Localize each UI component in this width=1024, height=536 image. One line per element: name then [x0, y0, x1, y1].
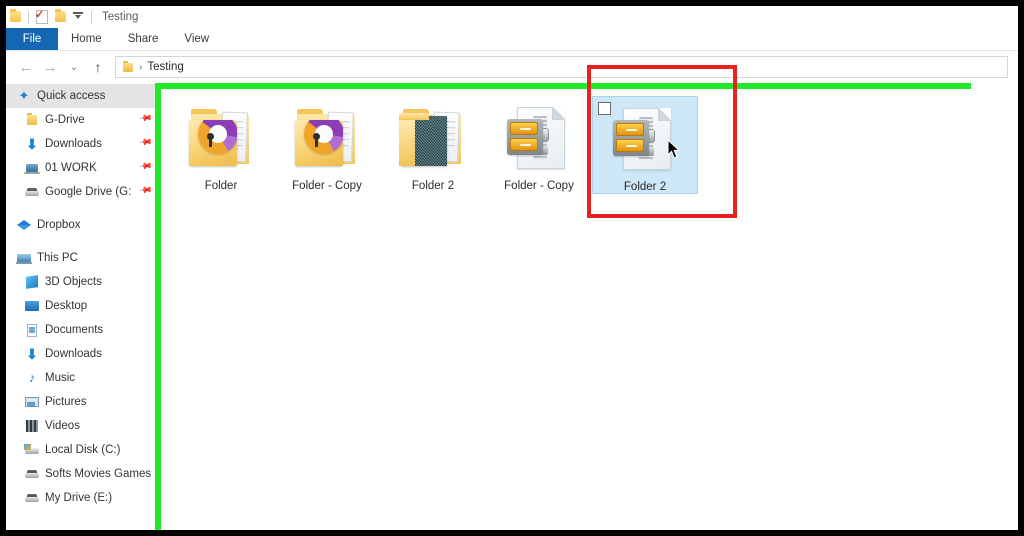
file-item-folder-copy-zip[interactable]: Folder - Copy — [486, 96, 592, 194]
sidebar-item-downloads-quick[interactable]: ⬇ Downloads 📌 — [6, 132, 158, 156]
sidebar-item-label: Softs Movies Games — [45, 468, 152, 480]
tab-home[interactable]: Home — [58, 28, 115, 50]
window-title: Testing — [102, 11, 139, 23]
disk-icon — [24, 442, 40, 458]
sidebar-item-label: Documents — [45, 324, 104, 336]
sidebar-item-quick-access[interactable]: ✦ Quick access — [6, 84, 158, 108]
laptop-icon — [24, 160, 40, 176]
chevron-down-icon[interactable] — [69, 8, 87, 26]
folder-disc-icon — [291, 102, 363, 174]
folder-disc-icon — [185, 102, 257, 174]
music-icon: ♪ — [28, 370, 36, 385]
file-name: Folder - Copy — [292, 180, 362, 192]
drive-icon — [24, 184, 40, 200]
sidebar-item-downloads[interactable]: ⬇ Downloads — [6, 342, 158, 366]
pin-icon[interactable]: 📌 — [138, 135, 153, 151]
sidebar-item-label: 01 WORK — [45, 162, 97, 174]
file-explorer-window: ✓ Testing File Home Share View ← → ⌄ ↑ ›… — [6, 6, 1018, 530]
sidebar-item-documents[interactable]: Documents — [6, 318, 158, 342]
file-item-folder[interactable]: Folder — [168, 96, 274, 194]
sidebar-item-label: G-Drive — [45, 114, 85, 126]
desktop-icon — [24, 298, 40, 314]
sidebar-item-label: Dropbox — [37, 219, 81, 231]
tab-file[interactable]: File — [6, 28, 58, 50]
sidebar-item-label: Local Disk (C:) — [45, 444, 121, 456]
videos-icon — [24, 418, 40, 434]
breadcrumb-separator[interactable]: › — [139, 62, 142, 73]
sidebar-item-g-drive[interactable]: G-Drive 📌 — [6, 108, 158, 132]
folder-icon — [24, 112, 40, 128]
sidebar-item-videos[interactable]: Videos — [6, 414, 158, 438]
sidebar-item-this-pc[interactable]: This PC — [6, 246, 158, 270]
address-bar[interactable]: › Testing — [115, 56, 1008, 78]
navigation-bar: ← → ⌄ ↑ › Testing — [6, 51, 1018, 83]
new-folder-icon[interactable] — [51, 8, 69, 26]
recent-locations-chevron-icon[interactable]: ⌄ — [62, 55, 86, 79]
file-name: Folder 2 — [411, 180, 455, 192]
toolbar-divider — [28, 10, 29, 24]
sidebar-item-local-disk-c[interactable]: Local Disk (C:) — [6, 438, 158, 462]
drive-icon — [24, 490, 40, 506]
sidebar-item-desktop[interactable]: Desktop — [6, 294, 158, 318]
sidebar-item-my-drive-e[interactable]: My Drive (E:) — [6, 486, 158, 510]
folder-textured-icon — [397, 102, 469, 174]
sidebar-item-label: Downloads — [45, 138, 102, 150]
sidebar-item-label: Videos — [45, 420, 80, 432]
documents-icon — [24, 322, 40, 338]
sidebar-item-label: My Drive (E:) — [45, 492, 113, 504]
file-name: Folder - Copy — [504, 180, 574, 192]
pin-icon[interactable]: 📌 — [138, 183, 153, 199]
star-icon: ✦ — [18, 88, 30, 103]
pictures-icon — [24, 394, 40, 410]
sidebar-item-01-work[interactable]: 01 WORK 📌 — [6, 156, 158, 180]
folder-icon — [121, 61, 134, 73]
sidebar-item-google-drive[interactable]: Google Drive (G: 📌 — [6, 180, 158, 204]
back-arrow-icon[interactable]: ← — [14, 55, 38, 79]
up-arrow-icon[interactable]: ↑ — [86, 55, 110, 79]
sidebar-item-3d-objects[interactable]: 3D Objects — [6, 270, 158, 294]
download-icon: ⬇ — [26, 346, 38, 362]
sidebar-item-dropbox[interactable]: Dropbox — [6, 213, 158, 237]
sidebar-item-label: Google Drive (G: — [45, 186, 132, 198]
navigation-pane[interactable]: ✦ Quick access G-Drive 📌 ⬇ Downloads 📌 0… — [6, 84, 158, 530]
file-item-folder-copy[interactable]: Folder - Copy — [274, 96, 380, 194]
tab-view[interactable]: View — [171, 28, 222, 50]
pin-folder-icon[interactable] — [6, 8, 24, 26]
properties-check-icon[interactable]: ✓ — [33, 8, 51, 26]
ribbon-tab-bar: File Home Share View — [6, 28, 1018, 51]
pin-icon[interactable]: 📌 — [138, 159, 153, 175]
sidebar-item-label: Music — [45, 372, 76, 384]
file-name: Folder — [204, 180, 238, 192]
sidebar-item-music[interactable]: ♪ Music — [6, 366, 158, 390]
title-bar: ✓ Testing — [6, 6, 1018, 28]
sidebar-item-label: 3D Objects — [45, 276, 102, 288]
breadcrumb-path[interactable]: Testing — [147, 61, 183, 73]
dropbox-icon — [16, 217, 32, 233]
sidebar-item-label: This PC — [37, 252, 78, 264]
forward-arrow-icon[interactable]: → — [38, 55, 62, 79]
sidebar-item-label: Desktop — [45, 300, 88, 312]
sidebar-item-label: Pictures — [45, 396, 87, 408]
sidebar-item-label: Downloads — [45, 348, 102, 360]
zip-archive-icon — [503, 102, 575, 174]
download-icon: ⬇ — [26, 136, 38, 152]
pc-icon — [16, 250, 32, 266]
tab-share[interactable]: Share — [115, 28, 172, 50]
3d-objects-icon — [24, 274, 40, 290]
red-highlight-rectangle — [587, 65, 737, 218]
toolbar-divider-2 — [91, 10, 92, 24]
sidebar-item-softs-movies-games[interactable]: Softs Movies Games — [6, 462, 158, 486]
pin-icon[interactable]: 📌 — [138, 111, 153, 127]
sidebar-item-pictures[interactable]: Pictures — [6, 390, 158, 414]
file-item-folder-2[interactable]: Folder 2 — [380, 96, 486, 194]
drive-icon — [24, 466, 40, 482]
sidebar-item-label: Quick access — [37, 90, 106, 102]
